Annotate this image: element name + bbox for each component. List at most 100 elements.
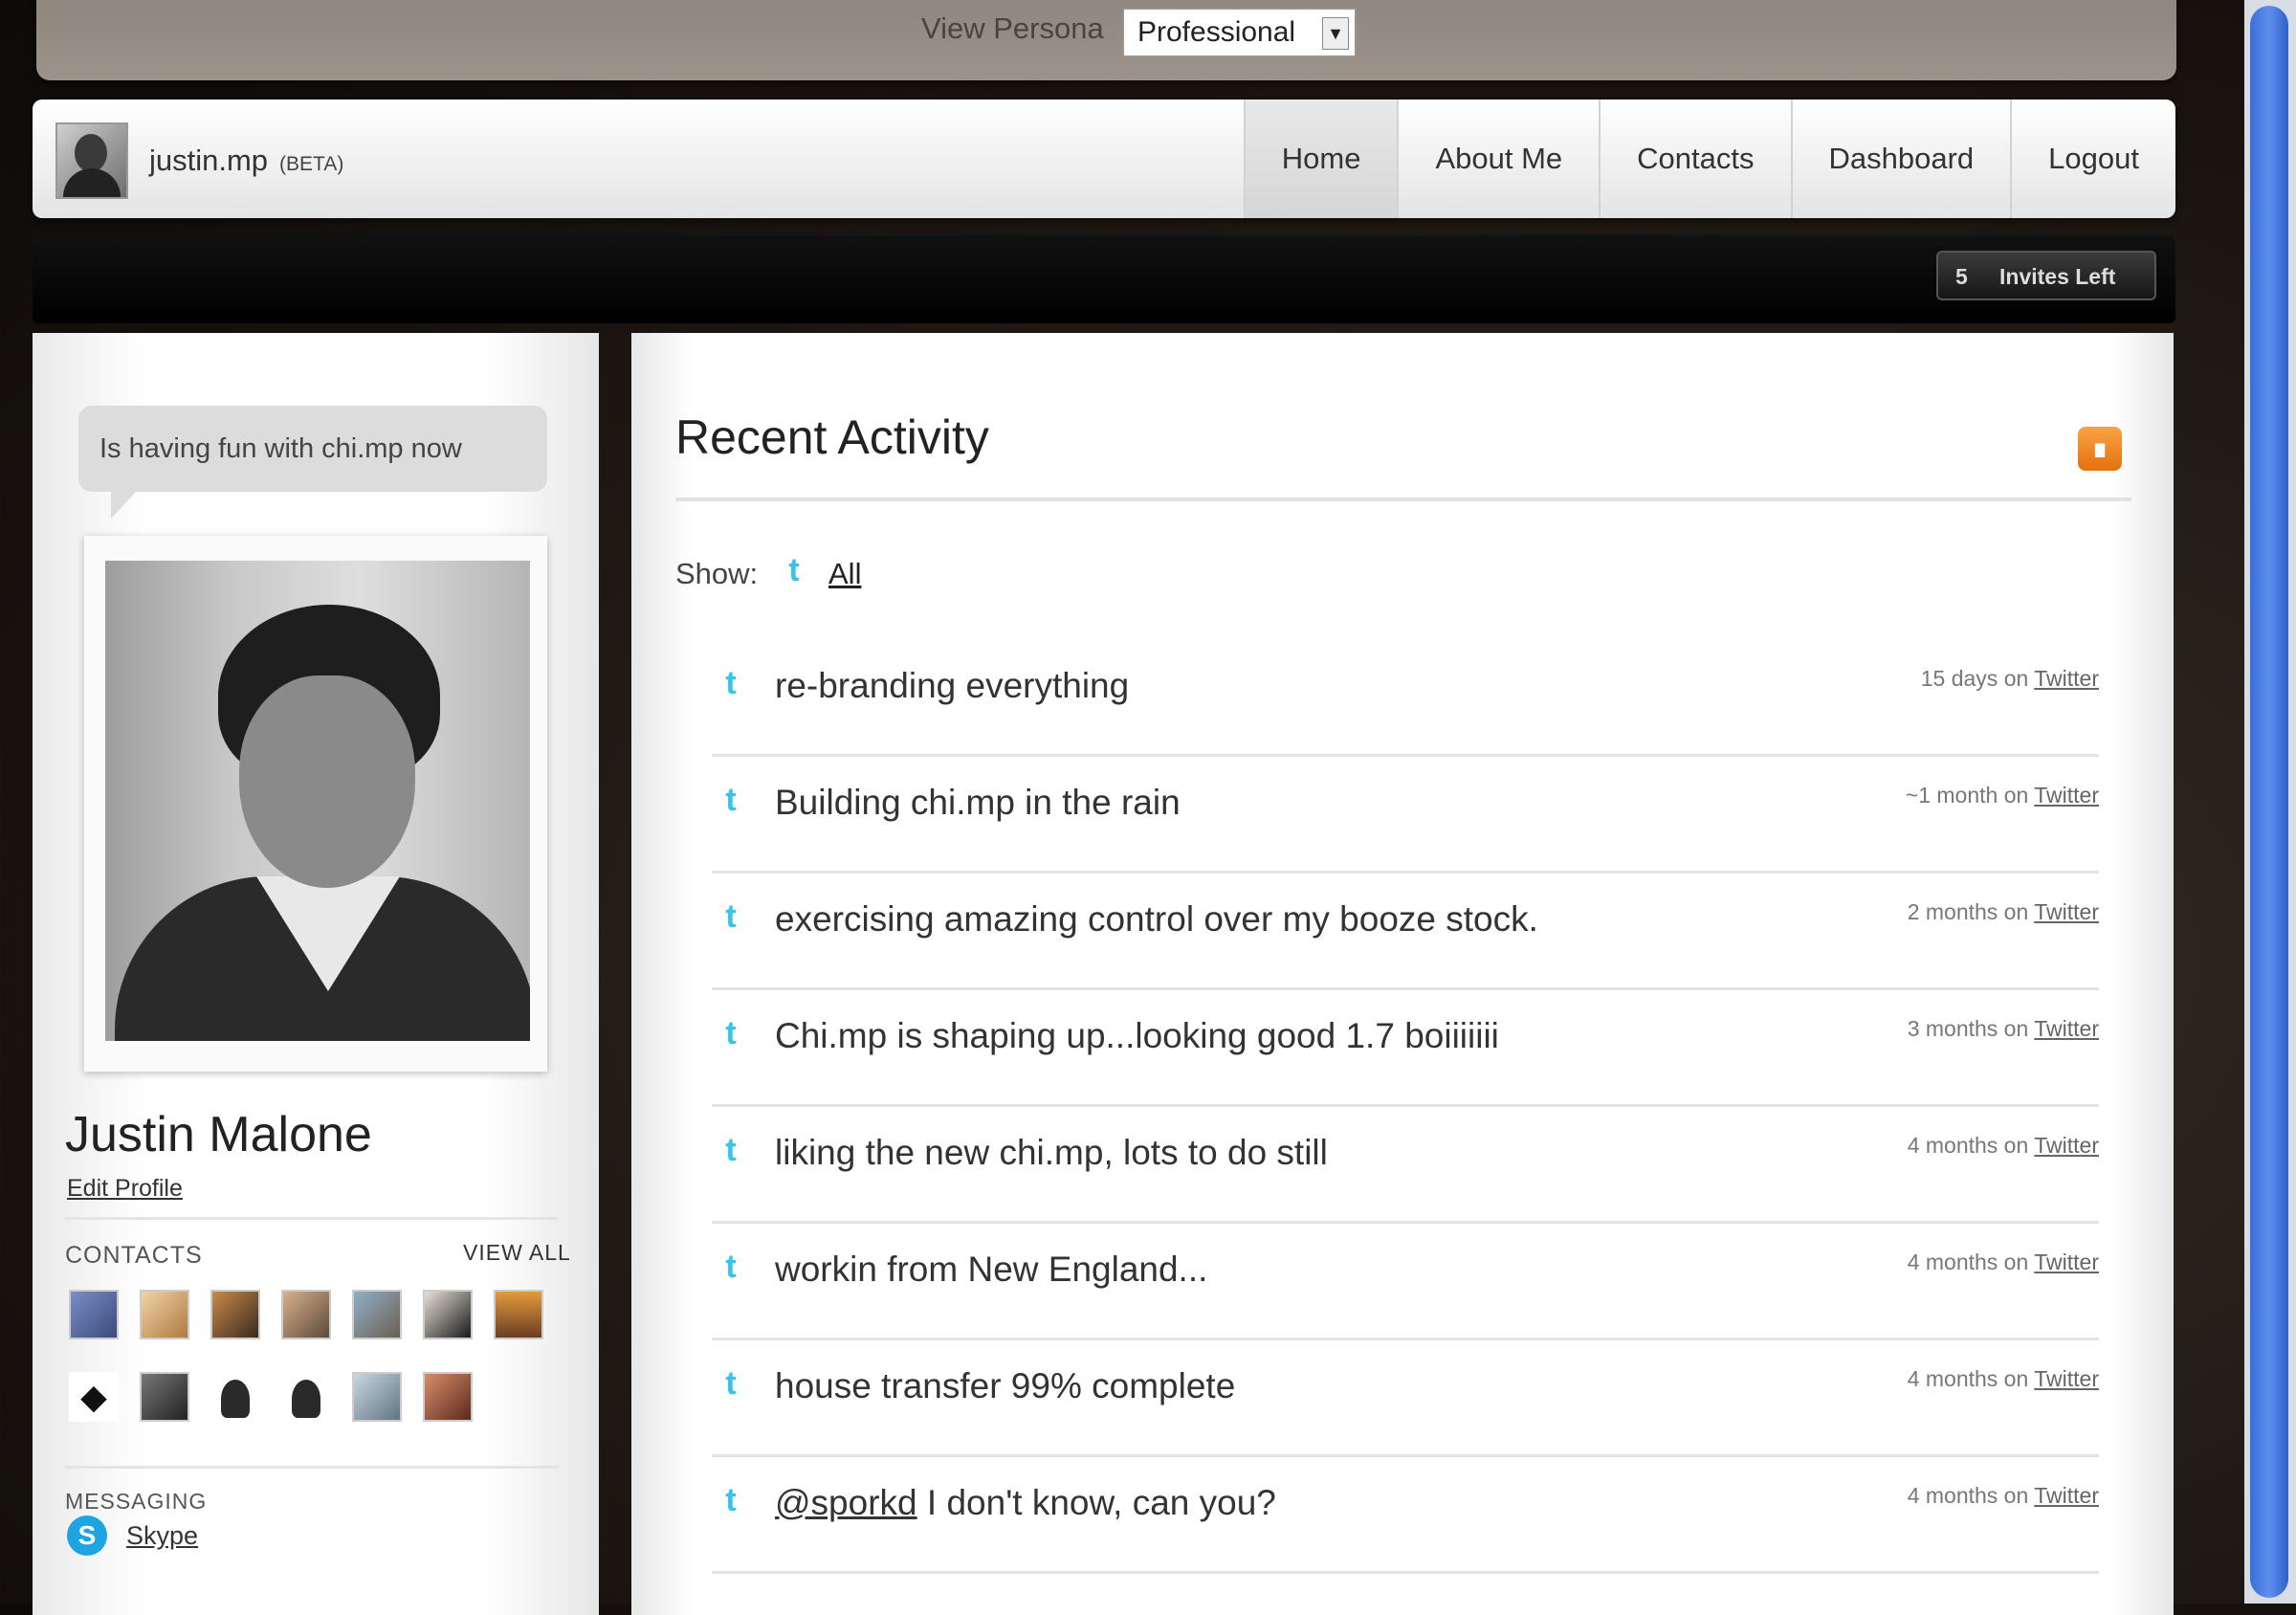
- activity-text: Building chi.mp in the rain: [775, 783, 1181, 822]
- activity-meta: 4 months on Twitter: [1908, 1133, 2099, 1159]
- activity-item: t workin from New England... 4 months on…: [712, 1221, 2099, 1340]
- invites-label: Invites Left: [1999, 264, 2116, 289]
- persona-select-value: Professional: [1137, 16, 1296, 48]
- nav-logout[interactable]: Logout: [2010, 100, 2175, 218]
- activity-text: exercising amazing control over my booze…: [775, 899, 1538, 939]
- contacts-title: CONTACTS: [65, 1242, 203, 1269]
- twitter-icon: t: [725, 1132, 737, 1168]
- contact-avatar[interactable]: [423, 1372, 473, 1422]
- source-link[interactable]: Twitter: [2034, 783, 2099, 808]
- activity-item: t Chi.mp is shaping up...looking good 1.…: [712, 987, 2099, 1107]
- activity-text: liking the new chi.mp, lots to do still: [775, 1133, 1328, 1172]
- profile-photo-frame: [84, 536, 547, 1072]
- edit-profile-link[interactable]: Edit Profile: [67, 1175, 183, 1203]
- activity-text: workin from New England...: [775, 1250, 1208, 1289]
- activity-item: t re-branding everything 15 days on Twit…: [712, 637, 2099, 757]
- divider: [65, 1466, 559, 1469]
- source-link[interactable]: Twitter: [2034, 666, 2099, 691]
- chevron-down-icon[interactable]: ▼: [1322, 17, 1349, 50]
- source-link[interactable]: Twitter: [2034, 1366, 2099, 1391]
- messaging-title: MESSAGING: [65, 1489, 208, 1514]
- twitter-icon: t: [725, 665, 737, 701]
- contact-avatar[interactable]: [423, 1290, 473, 1339]
- activity-meta: 2 months on Twitter: [1908, 899, 2099, 925]
- activity-text-rest: I don't know, can you?: [916, 1483, 1276, 1522]
- contact-avatar[interactable]: ◆: [69, 1372, 119, 1422]
- twitter-icon: t: [725, 1365, 737, 1402]
- show-filter-label: Show:: [675, 557, 759, 590]
- persona-label: View Persona: [921, 11, 1104, 45]
- contact-avatar[interactable]: [352, 1290, 402, 1339]
- top-nav: justin.mp (BETA) Home About Me Contacts D…: [33, 100, 2175, 218]
- brand-name: justin.mp: [149, 144, 269, 177]
- nav-home[interactable]: Home: [1243, 100, 1398, 218]
- contact-avatar[interactable]: [210, 1372, 260, 1422]
- activity-time: ~1 month on: [1905, 783, 2029, 808]
- profile-name: Justin Malone: [65, 1107, 372, 1162]
- activity-item: t Building chi.mp in the rain ~1 month o…: [712, 754, 2099, 874]
- persona-select[interactable]: Professional ▼: [1122, 8, 1357, 57]
- contact-avatar[interactable]: [352, 1372, 402, 1422]
- contact-avatar[interactable]: [140, 1290, 189, 1339]
- rss-icon[interactable]: ∎: [2078, 427, 2122, 471]
- contact-avatar[interactable]: [210, 1290, 260, 1339]
- skype-link[interactable]: Skype: [126, 1521, 198, 1551]
- view-all-link[interactable]: VIEW ALL: [463, 1240, 571, 1266]
- scrollbar-thumb[interactable]: [2250, 6, 2288, 1598]
- twitter-icon: t: [725, 1482, 737, 1518]
- filter-all-link[interactable]: All: [828, 557, 861, 591]
- activity-time: 4 months on: [1907, 1483, 2029, 1508]
- twitter-icon: t: [725, 1249, 737, 1285]
- activity-meta: 15 days on Twitter: [1921, 666, 2099, 692]
- source-link[interactable]: Twitter: [2034, 1483, 2099, 1508]
- divider: [65, 1217, 559, 1220]
- divider: [675, 498, 2131, 501]
- activity-meta: 4 months on Twitter: [1908, 1366, 2099, 1392]
- contact-avatar[interactable]: [494, 1290, 543, 1339]
- source-link[interactable]: Twitter: [2034, 1016, 2099, 1041]
- mention-link[interactable]: @sporkd: [775, 1483, 917, 1522]
- avatar[interactable]: [55, 122, 128, 199]
- activity-item: t liking the new chi.mp, lots to do stil…: [712, 1104, 2099, 1224]
- recent-activity-title: Recent Activity: [675, 410, 989, 464]
- activity-meta: 4 months on Twitter: [1908, 1250, 2099, 1275]
- twitter-icon: t: [725, 782, 737, 818]
- activity-time: 4 months on: [1907, 1250, 2029, 1274]
- activity-text: Chi.mp is shaping up...looking good 1.7 …: [775, 1016, 1499, 1055]
- activity-text: house transfer 99% complete: [775, 1366, 1236, 1405]
- recent-activity-panel: Recent Activity ∎ Show: t All t re-brand…: [631, 333, 2174, 1615]
- contact-avatar[interactable]: [281, 1290, 331, 1339]
- twitter-icon: t: [725, 1015, 737, 1051]
- activity-meta: ~1 month on Twitter: [1906, 783, 2099, 808]
- nav-dashboard[interactable]: Dashboard: [1790, 100, 2011, 218]
- nav-contacts[interactable]: Contacts: [1599, 100, 1790, 218]
- contact-avatar[interactable]: [281, 1372, 331, 1422]
- nav-about-me[interactable]: About Me: [1397, 100, 1599, 218]
- activity-time: 15 days on: [1920, 666, 2029, 691]
- site-brand[interactable]: justin.mp (BETA): [149, 144, 343, 178]
- status-bubble: Is having fun with chi.mp now: [78, 406, 547, 519]
- contact-avatar[interactable]: [69, 1290, 119, 1339]
- source-link[interactable]: Twitter: [2034, 1133, 2099, 1158]
- invite-band: 5 Invites Left: [33, 235, 2175, 323]
- activity-time: 4 months on: [1907, 1133, 2029, 1158]
- nav-links: Home About Me Contacts Dashboard Logout: [1243, 100, 2175, 218]
- contact-avatar[interactable]: [140, 1372, 189, 1422]
- profile-photo: [105, 561, 530, 1041]
- activity-time: 4 months on: [1907, 1366, 2029, 1391]
- skype-icon[interactable]: S: [67, 1515, 107, 1556]
- activity-time: 3 months on: [1907, 1016, 2029, 1041]
- activity-text: @sporkd I don't know, can you?: [775, 1483, 1276, 1523]
- source-link[interactable]: Twitter: [2034, 1250, 2099, 1274]
- activity-time: 2 months on: [1907, 899, 2029, 924]
- activity-item: t @sporkd I don't know, can you? 4 month…: [712, 1454, 2099, 1574]
- activity-meta: 3 months on Twitter: [1908, 1016, 2099, 1042]
- twitter-filter-icon[interactable]: t: [777, 553, 811, 587]
- source-link[interactable]: Twitter: [2034, 899, 2099, 924]
- beta-badge: (BETA): [279, 153, 344, 175]
- activity-meta: 4 months on Twitter: [1908, 1483, 2099, 1509]
- invites-count: 5: [1955, 264, 1968, 289]
- invites-left-button[interactable]: 5 Invites Left: [1936, 251, 2156, 300]
- activity-item: t exercising amazing control over my boo…: [712, 871, 2099, 990]
- activity-text: re-branding everything: [775, 666, 1130, 705]
